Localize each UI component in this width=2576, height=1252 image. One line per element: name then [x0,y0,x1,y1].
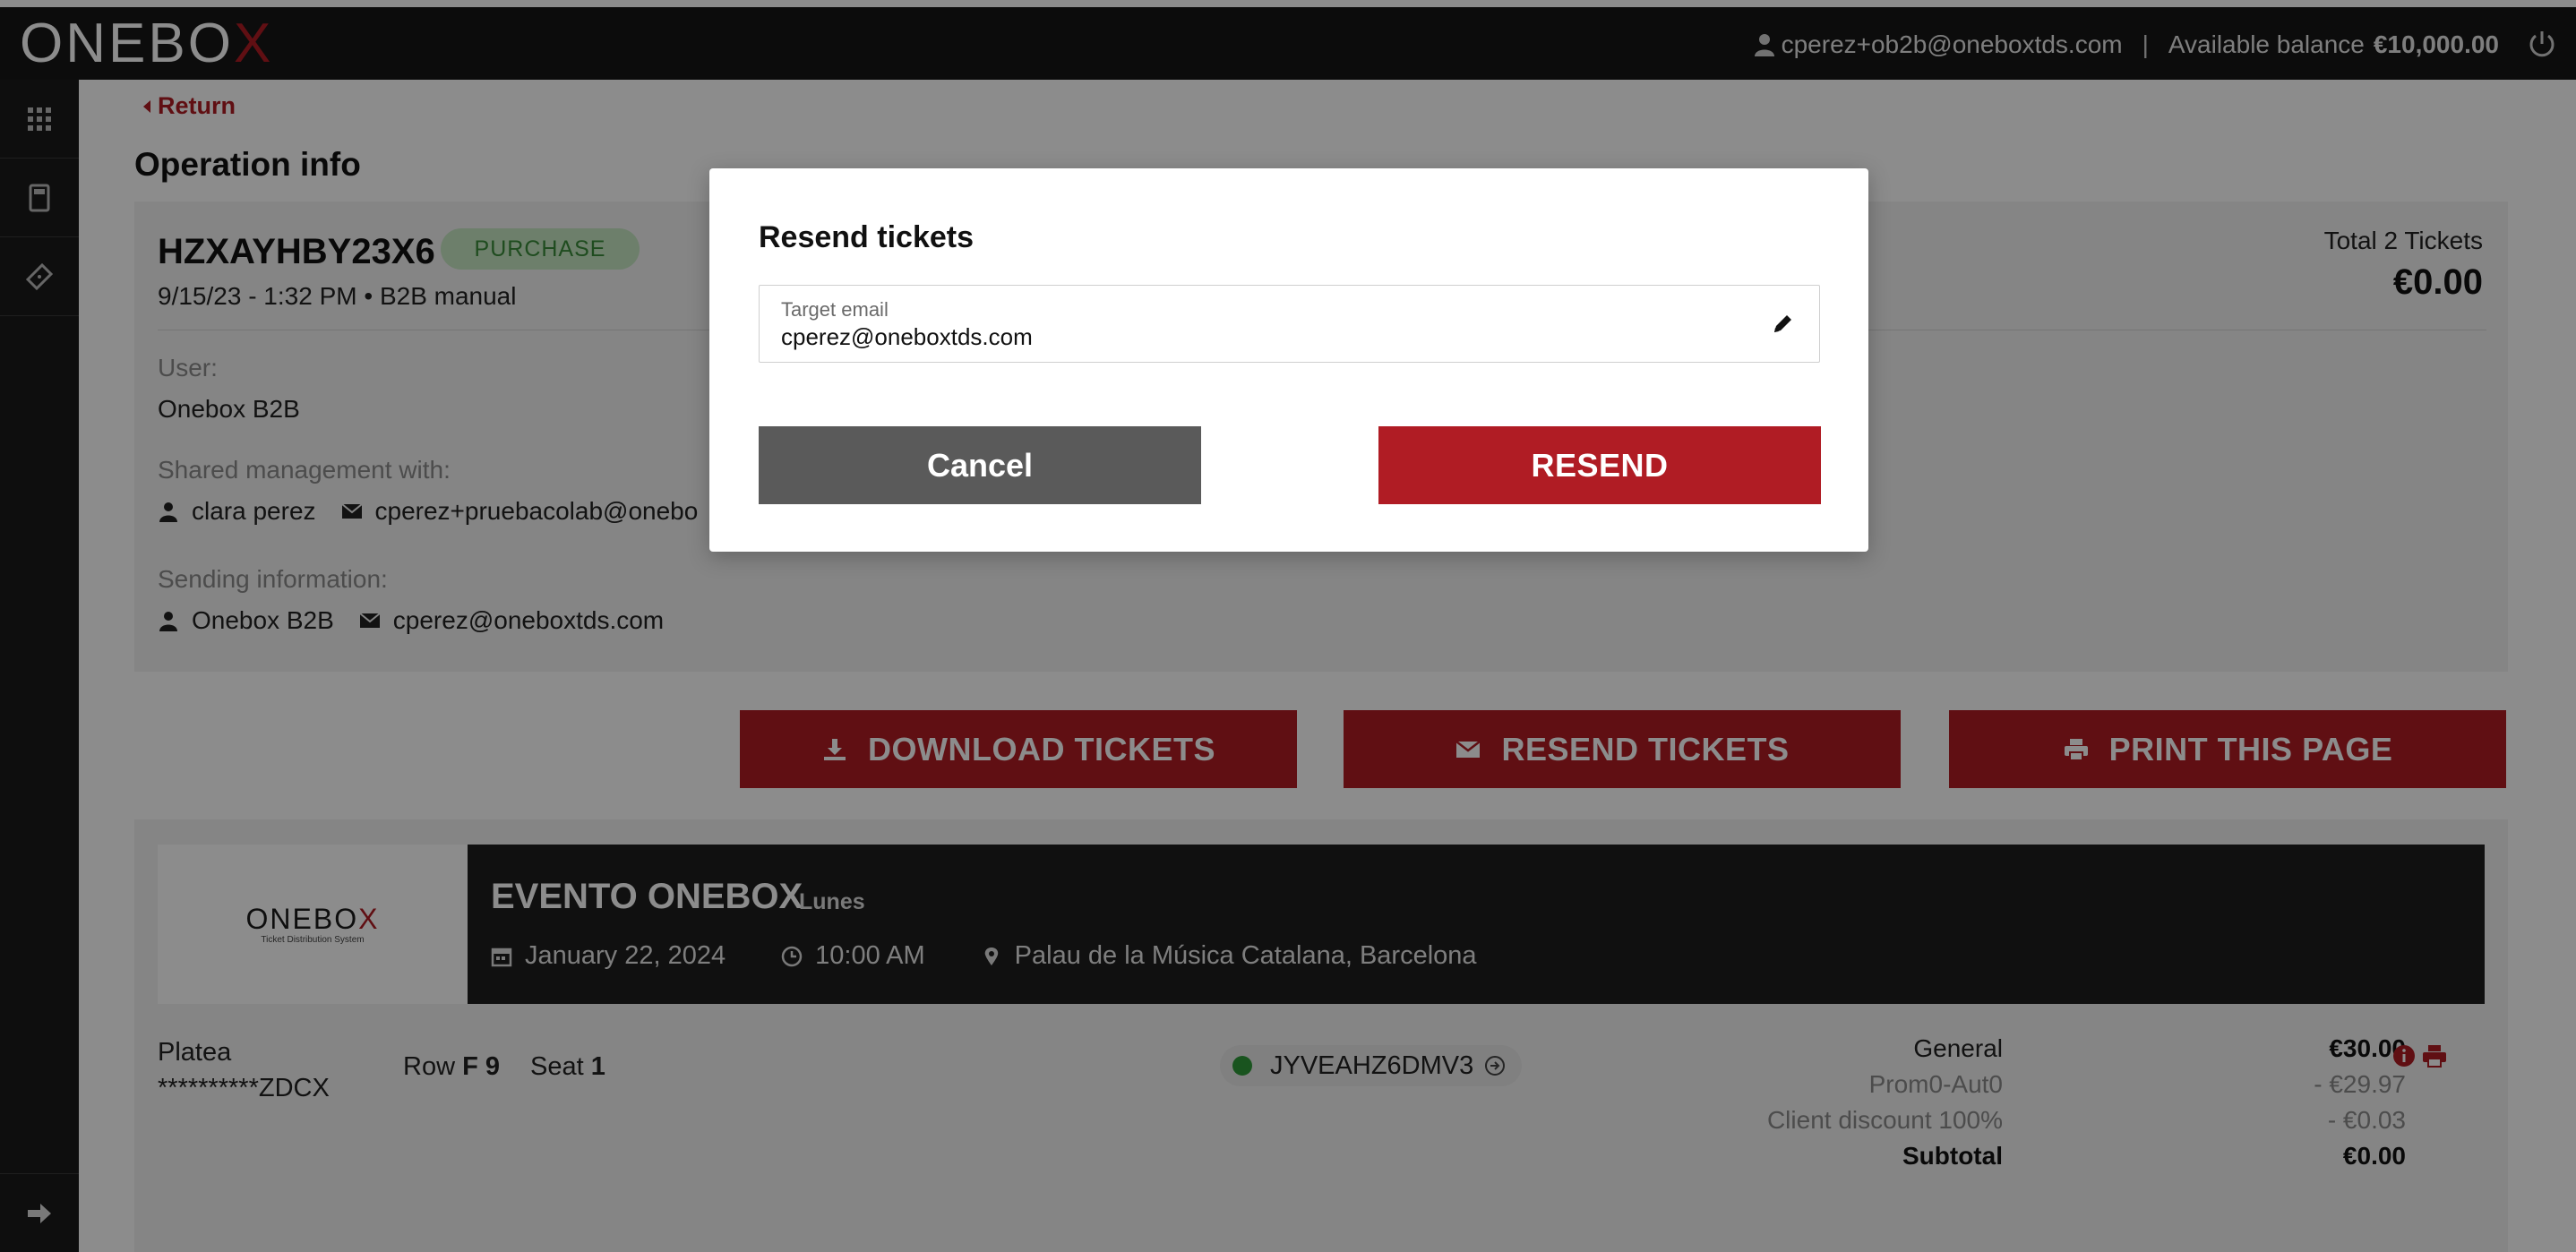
resend-button[interactable]: RESEND [1378,426,1821,504]
modal-title: Resend tickets [759,220,974,254]
target-email-value[interactable]: cperez@oneboxtds.com [781,323,1033,351]
resend-tickets-modal: Resend tickets Target email cperez@onebo… [709,168,1868,552]
cancel-button[interactable]: Cancel [759,426,1201,504]
target-email-label: Target email [781,298,889,321]
target-email-field[interactable]: Target email cperez@oneboxtds.com [759,285,1820,363]
pencil-icon[interactable] [1771,313,1794,336]
